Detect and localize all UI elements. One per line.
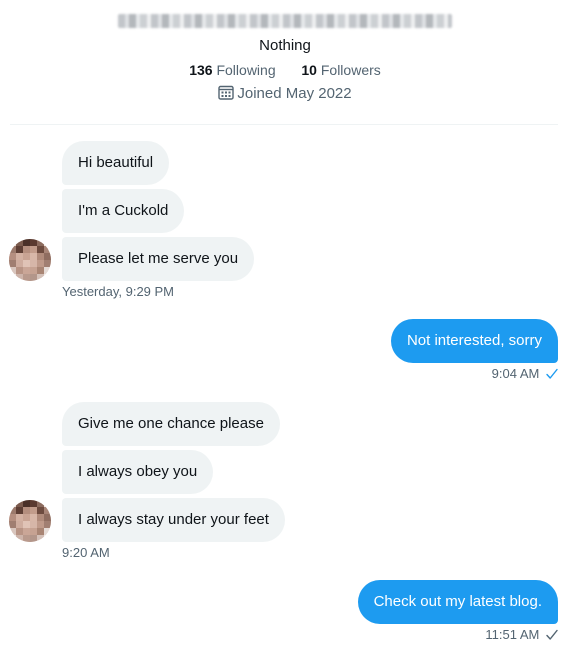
message-bubble-incoming[interactable]: Hi beautiful <box>62 141 170 185</box>
message-bubble-incoming[interactable]: I always stay under your feet <box>62 498 285 542</box>
message-bubble-incoming[interactable]: I always obey you <box>62 450 214 494</box>
profile-bio: Nothing <box>259 37 311 54</box>
following-count: 136 <box>189 62 213 78</box>
message-timestamp: 11:51 AM <box>485 627 540 642</box>
message-bubble-outgoing[interactable]: Check out my latest blog. <box>357 580 558 624</box>
message-timestamp: Yesterday, 9:29 PM <box>62 284 175 299</box>
profile-stats: 136 Following 10 Followers <box>0 62 570 78</box>
following-label: Following <box>216 62 276 78</box>
followers-count: 10 <box>301 62 317 78</box>
joined-label: Joined May 2022 <box>237 85 352 102</box>
followers-link[interactable]: 10 Followers <box>301 62 380 78</box>
message-status: 11:51 AM <box>485 627 558 644</box>
message-timestamp: 9:20 AM <box>62 545 110 560</box>
avatar[interactable] <box>9 239 51 281</box>
message-bubble-incoming[interactable]: Please let me serve you <box>62 237 255 281</box>
followers-label: Followers <box>320 62 381 78</box>
following-link[interactable]: 136 Following <box>189 62 275 78</box>
check-icon <box>546 368 558 383</box>
message-status: 9:04 AM <box>492 366 558 383</box>
profile-header: Nothing 136 Following 10 Followers Joine… <box>0 0 570 125</box>
calendar-icon <box>218 85 235 100</box>
message-timestamp: 9:04 AM <box>491 366 540 381</box>
message-bubble-incoming[interactable]: Give me one chance please <box>62 402 280 446</box>
avatar[interactable] <box>9 500 51 542</box>
joined-date: Joined May 2022 <box>0 85 570 102</box>
message-bubble-outgoing[interactable]: Not interested, sorry <box>390 319 558 363</box>
redacted-username <box>118 14 452 28</box>
divider <box>10 124 558 125</box>
message-bubble-incoming[interactable]: I'm a Cuckold <box>62 189 185 233</box>
check-icon <box>546 629 558 644</box>
